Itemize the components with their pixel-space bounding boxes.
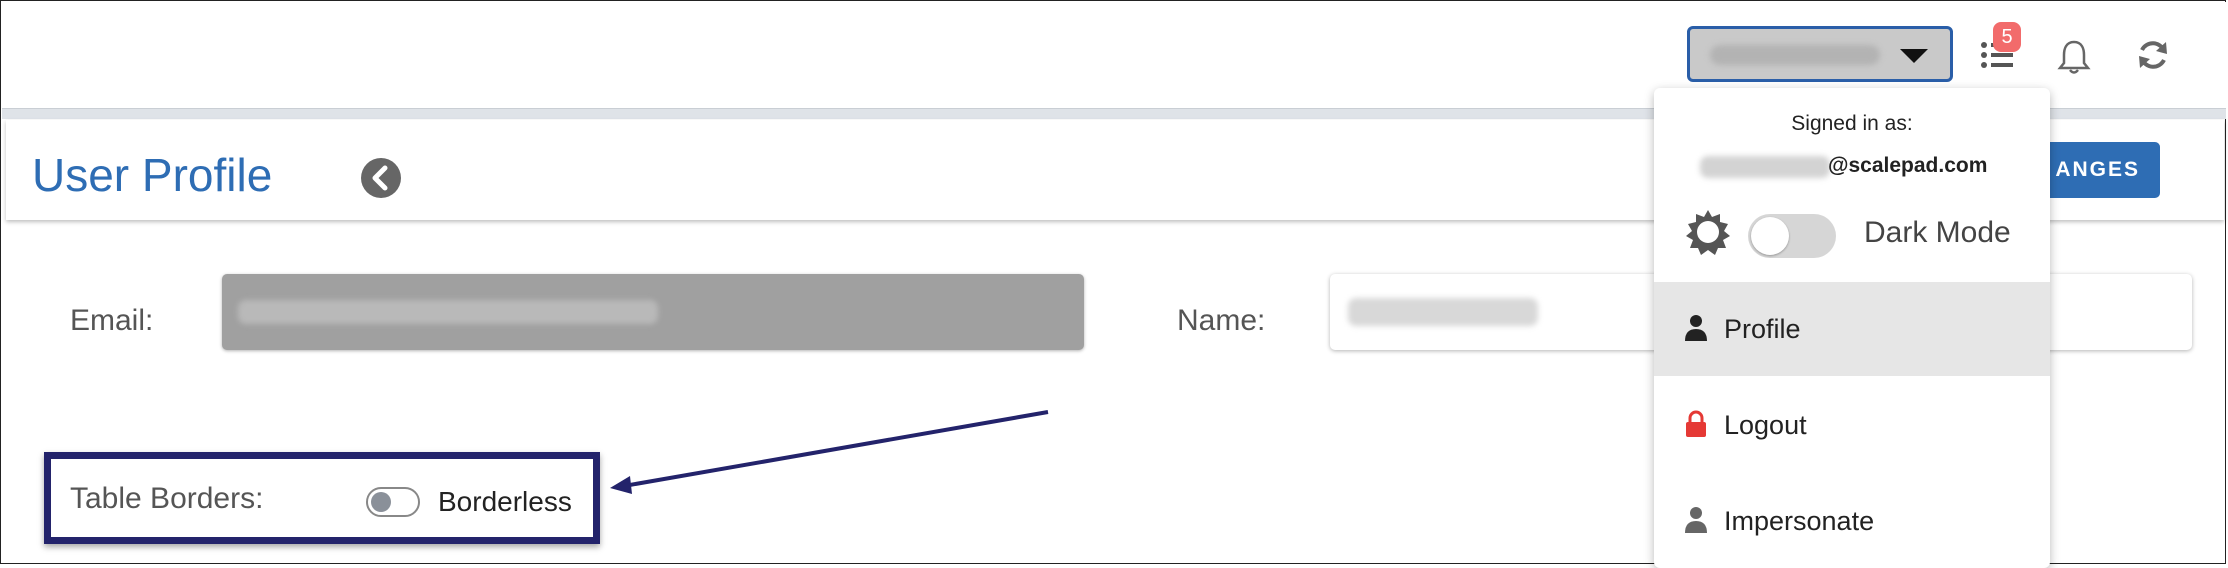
dark-mode-label: Dark Mode xyxy=(1864,216,2011,249)
lock-icon xyxy=(1686,410,1706,437)
annotation-arrow xyxy=(610,410,1049,494)
blurred-email-user xyxy=(1700,156,1830,178)
bell-icon[interactable] xyxy=(2056,38,2092,76)
dark-mode-toggle[interactable] xyxy=(1748,214,1836,258)
signed-in-email: @scalepad.com xyxy=(1700,152,2040,182)
user-icon xyxy=(1685,507,1707,533)
notification-badge: 5 xyxy=(1993,22,2021,52)
toggle-knob xyxy=(371,492,391,512)
email-label: Email: xyxy=(70,304,154,337)
user-selector-dropdown[interactable] xyxy=(1687,26,1953,82)
blurred-name-value xyxy=(1348,298,1538,326)
menu-item-profile[interactable]: Profile xyxy=(1654,282,2050,376)
email-domain: @scalepad.com xyxy=(1828,154,1988,177)
email-field xyxy=(222,274,1084,350)
page-title: User Profile xyxy=(32,149,273,201)
menu-item-label: Logout xyxy=(1724,410,1807,440)
sun-icon xyxy=(1686,210,1730,255)
user-menu: Signed in as: @scalepad.com Dark Mode Pr… xyxy=(1654,88,2050,568)
back-arrow-icon[interactable] xyxy=(360,157,402,199)
table-borders-label: Table Borders: xyxy=(70,482,264,515)
signed-in-label: Signed in as: xyxy=(1791,112,1913,135)
menu-item-label: Profile xyxy=(1724,314,1801,344)
refresh-icon[interactable] xyxy=(2136,38,2170,72)
menu-item-impersonate[interactable]: Impersonate xyxy=(1654,474,2050,568)
toggle-knob xyxy=(1751,217,1789,255)
caret-down-icon xyxy=(1900,49,1928,63)
blurred-email-value xyxy=(238,300,658,324)
blurred-username xyxy=(1710,45,1880,65)
menu-item-label: Impersonate xyxy=(1724,506,1875,536)
borderless-label: Borderless xyxy=(438,486,572,517)
menu-item-logout[interactable]: Logout xyxy=(1654,378,2050,472)
table-borders-toggle[interactable] xyxy=(366,487,420,517)
user-icon xyxy=(1685,315,1707,341)
name-label: Name: xyxy=(1177,304,1266,337)
